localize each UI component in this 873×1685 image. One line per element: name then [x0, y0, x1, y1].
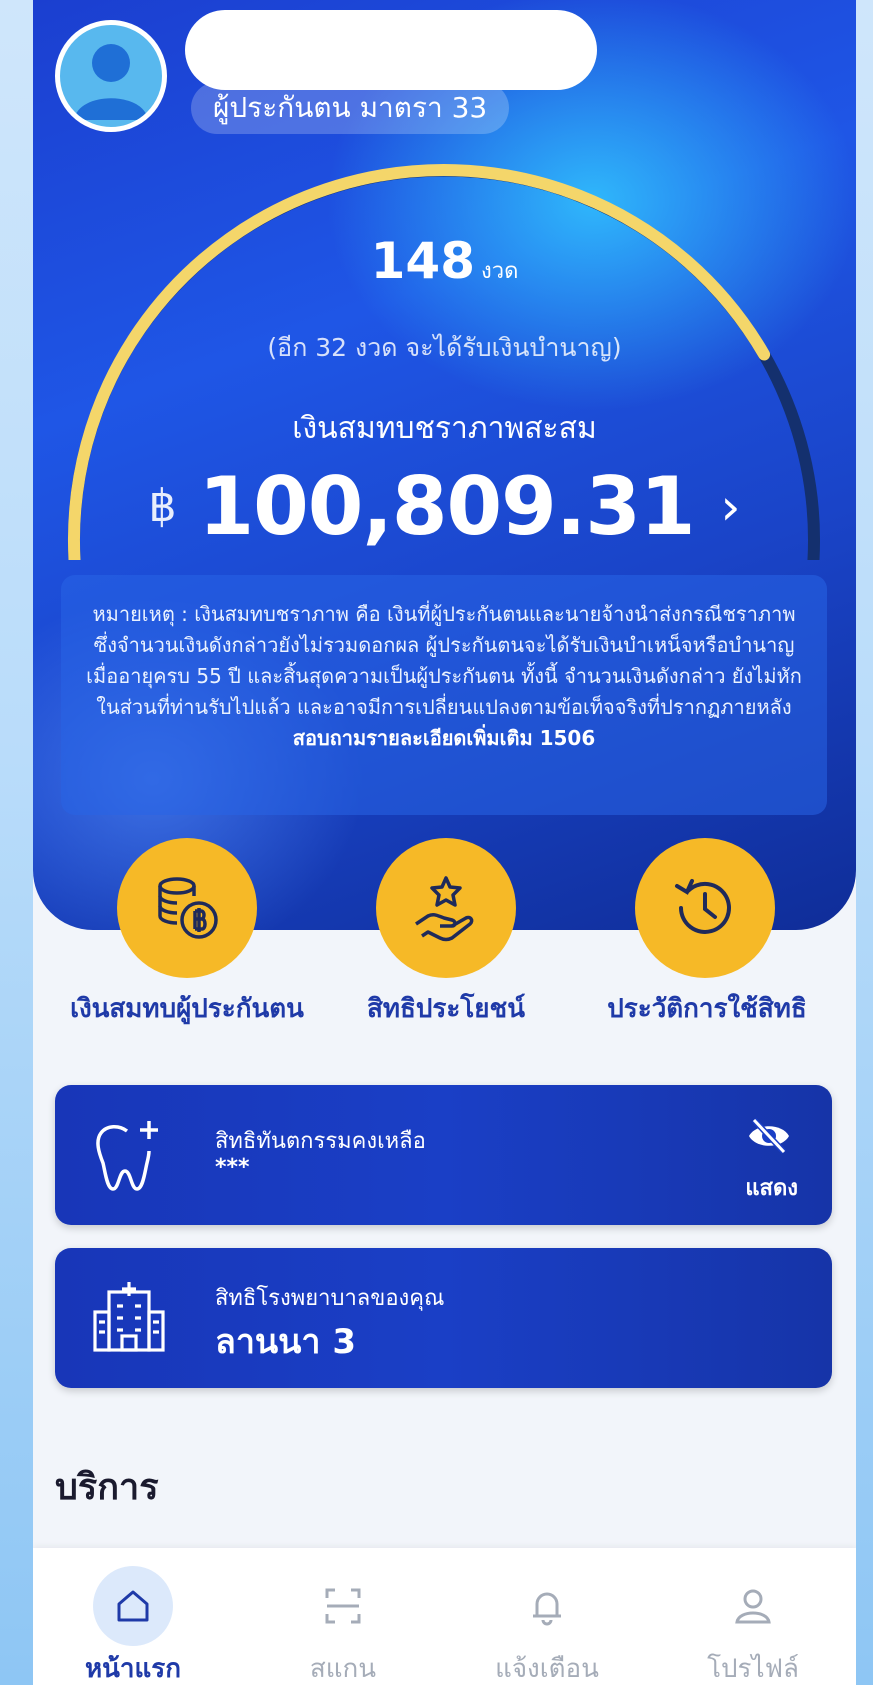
savings-label: เงินสมทบชราภาพสะสม — [292, 411, 597, 446]
tab-notifications-label: แจ้งเตือน — [495, 1654, 599, 1684]
savings-amount-row[interactable]: ฿ 100,809.31 › — [33, 460, 856, 553]
eye-off-icon[interactable] — [746, 1117, 792, 1155]
tab-profile-icon-wrap — [713, 1566, 793, 1646]
tab-profile[interactable]: โปรไฟล์ — [653, 1548, 853, 1685]
scan-icon — [325, 1588, 361, 1624]
bell-icon — [533, 1592, 561, 1626]
installments-unit: งวด — [480, 259, 519, 284]
services-heading: บริการ — [55, 1467, 159, 1508]
tooth-plus-icon — [96, 1121, 158, 1191]
hero-panel: ผู้ประกันตน มาตรา 33 148 งวด (อีก 32 งวด … — [33, 0, 856, 930]
remaining-installments: (อีก 32 งวด จะได้รับเงินบำนาญ) — [267, 333, 622, 362]
quick-action-history-label[interactable]: ประวัติการใช้สิทธิ — [589, 988, 825, 1029]
tab-notifications-icon-wrap — [507, 1566, 587, 1646]
note-box: หมายเหตุ : เงินสมทบชราภาพ คือ เงินที่ผู้… — [61, 575, 827, 815]
tab-home[interactable]: หน้าแรก — [33, 1548, 233, 1685]
hospital-rights-card[interactable]: สิทธิโรงพยาบาลของคุณ ลานนา 3 — [55, 1248, 832, 1388]
home-icon — [117, 1590, 149, 1622]
currency-symbol: ฿ — [148, 481, 177, 532]
note-text: หมายเหตุ : เงินสมทบชราภาพ คือ เงินที่ผู้… — [86, 602, 802, 719]
tab-profile-label: โปรไฟล์ — [707, 1654, 799, 1684]
quick-action-benefits[interactable] — [376, 838, 516, 978]
quick-action-contributions-label[interactable]: เงินสมทบผู้ประกันตน — [53, 988, 321, 1029]
chevron-right-icon[interactable]: › — [721, 478, 741, 536]
tab-home-icon-wrap — [93, 1566, 173, 1646]
hand-star-icon — [415, 876, 474, 942]
show-toggle-label[interactable]: แสดง — [745, 1170, 798, 1205]
savings-amount: 100,809.31 — [198, 460, 695, 553]
quick-action-contributions[interactable] — [117, 838, 257, 978]
tab-scan-label: สแกน — [309, 1654, 377, 1684]
coins-baht-icon — [158, 877, 218, 939]
hospital-rights-title: สิทธิโรงพยาบาลของคุณ — [215, 1286, 445, 1311]
history-clock-icon — [675, 879, 731, 934]
dental-rights-card[interactable]: สิทธิทันตกรรมคงเหลือ *** แสดง — [55, 1085, 832, 1225]
bottom-tab-bar: หน้าแรก สแกน แจ้งเตือน โปรไฟล์ — [33, 1548, 856, 1685]
note-contact: สอบถามรายละเอียดเพิ่มเติม 1506 — [292, 726, 596, 750]
tab-notifications[interactable]: แจ้งเตือน — [447, 1548, 647, 1685]
installments-count: 148 งวด — [33, 232, 856, 290]
dental-rights-title: สิทธิทันตกรรมคงเหลือ — [215, 1129, 426, 1154]
phone-screen: ผู้ประกันตน มาตรา 33 148 งวด (อีก 32 งวด … — [33, 0, 856, 1685]
hospital-name: ลานนา 3 — [215, 1322, 356, 1362]
quick-action-benefits-label[interactable]: สิทธิประโยชน์ — [333, 988, 559, 1029]
installments-number: 148 — [370, 232, 475, 290]
tab-scan[interactable]: สแกน — [243, 1548, 443, 1685]
tab-scan-icon-wrap — [303, 1566, 383, 1646]
dental-rights-value: *** — [215, 1155, 250, 1180]
user-icon — [735, 1589, 771, 1624]
hospital-icon — [93, 1282, 165, 1352]
tab-home-label: หน้าแรก — [85, 1654, 181, 1684]
quick-action-history[interactable] — [635, 838, 775, 978]
